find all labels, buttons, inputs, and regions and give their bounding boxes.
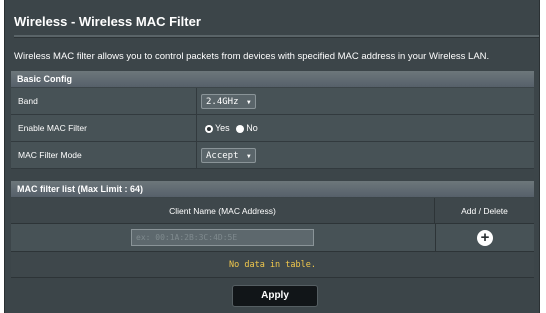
mac-filter-mode-select[interactable]: Accept ▼: [201, 148, 256, 163]
column-separator: [196, 115, 197, 142]
column-client-name: Client Name (MAC Address): [11, 198, 435, 224]
mac-filter-mode-select-value: Accept: [206, 151, 239, 161]
plus-circle-icon[interactable]: +: [477, 230, 493, 246]
radio-no-label: No: [246, 123, 258, 134]
mac-address-input[interactable]: ex: 00:1A:2B:3C:4D:5E: [131, 229, 314, 246]
empty-table-message: No data in table.: [11, 252, 534, 278]
radio-yes[interactable]: [205, 124, 213, 133]
apply-button[interactable]: Apply: [232, 285, 318, 307]
column-separator: [196, 88, 197, 115]
column-separator: [435, 224, 436, 252]
mac-filter-mode-row: MAC Filter Mode Accept ▼: [11, 142, 534, 169]
title-divider: [14, 35, 539, 38]
triangle-down-icon: ▼: [246, 99, 251, 106]
mac-input-row: ex: 00:1A:2B:3C:4D:5E +: [11, 224, 534, 252]
page-title: Wireless - Wireless MAC Filter: [14, 14, 201, 29]
band-label: Band: [18, 96, 38, 106]
enable-mac-filter-radio-group: Yes No: [205, 115, 262, 142]
radio-no[interactable]: [236, 124, 245, 133]
mac-filter-list-header: MAC filter list (Max Limit : 64): [11, 181, 534, 197]
mac-filter-mode-label: MAC Filter Mode: [18, 150, 82, 160]
triangle-down-icon: ▼: [246, 153, 251, 160]
band-row: Band 2.4GHz ▼: [11, 88, 534, 115]
column-separator: [196, 142, 197, 169]
band-select[interactable]: 2.4GHz ▼: [201, 94, 256, 109]
enable-mac-filter-row: Enable MAC Filter Yes No: [11, 115, 534, 142]
column-add-delete: Add / Delete: [461, 206, 508, 216]
band-select-value: 2.4GHz: [206, 97, 239, 107]
enable-mac-filter-label: Enable MAC Filter: [18, 123, 87, 133]
mac-table-header: Client Name (MAC Address) Add / Delete: [11, 198, 534, 224]
radio-yes-label: Yes: [215, 123, 230, 134]
page-description: Wireless MAC filter allows you to contro…: [14, 51, 490, 62]
basic-config-header: Basic Config: [11, 71, 534, 87]
